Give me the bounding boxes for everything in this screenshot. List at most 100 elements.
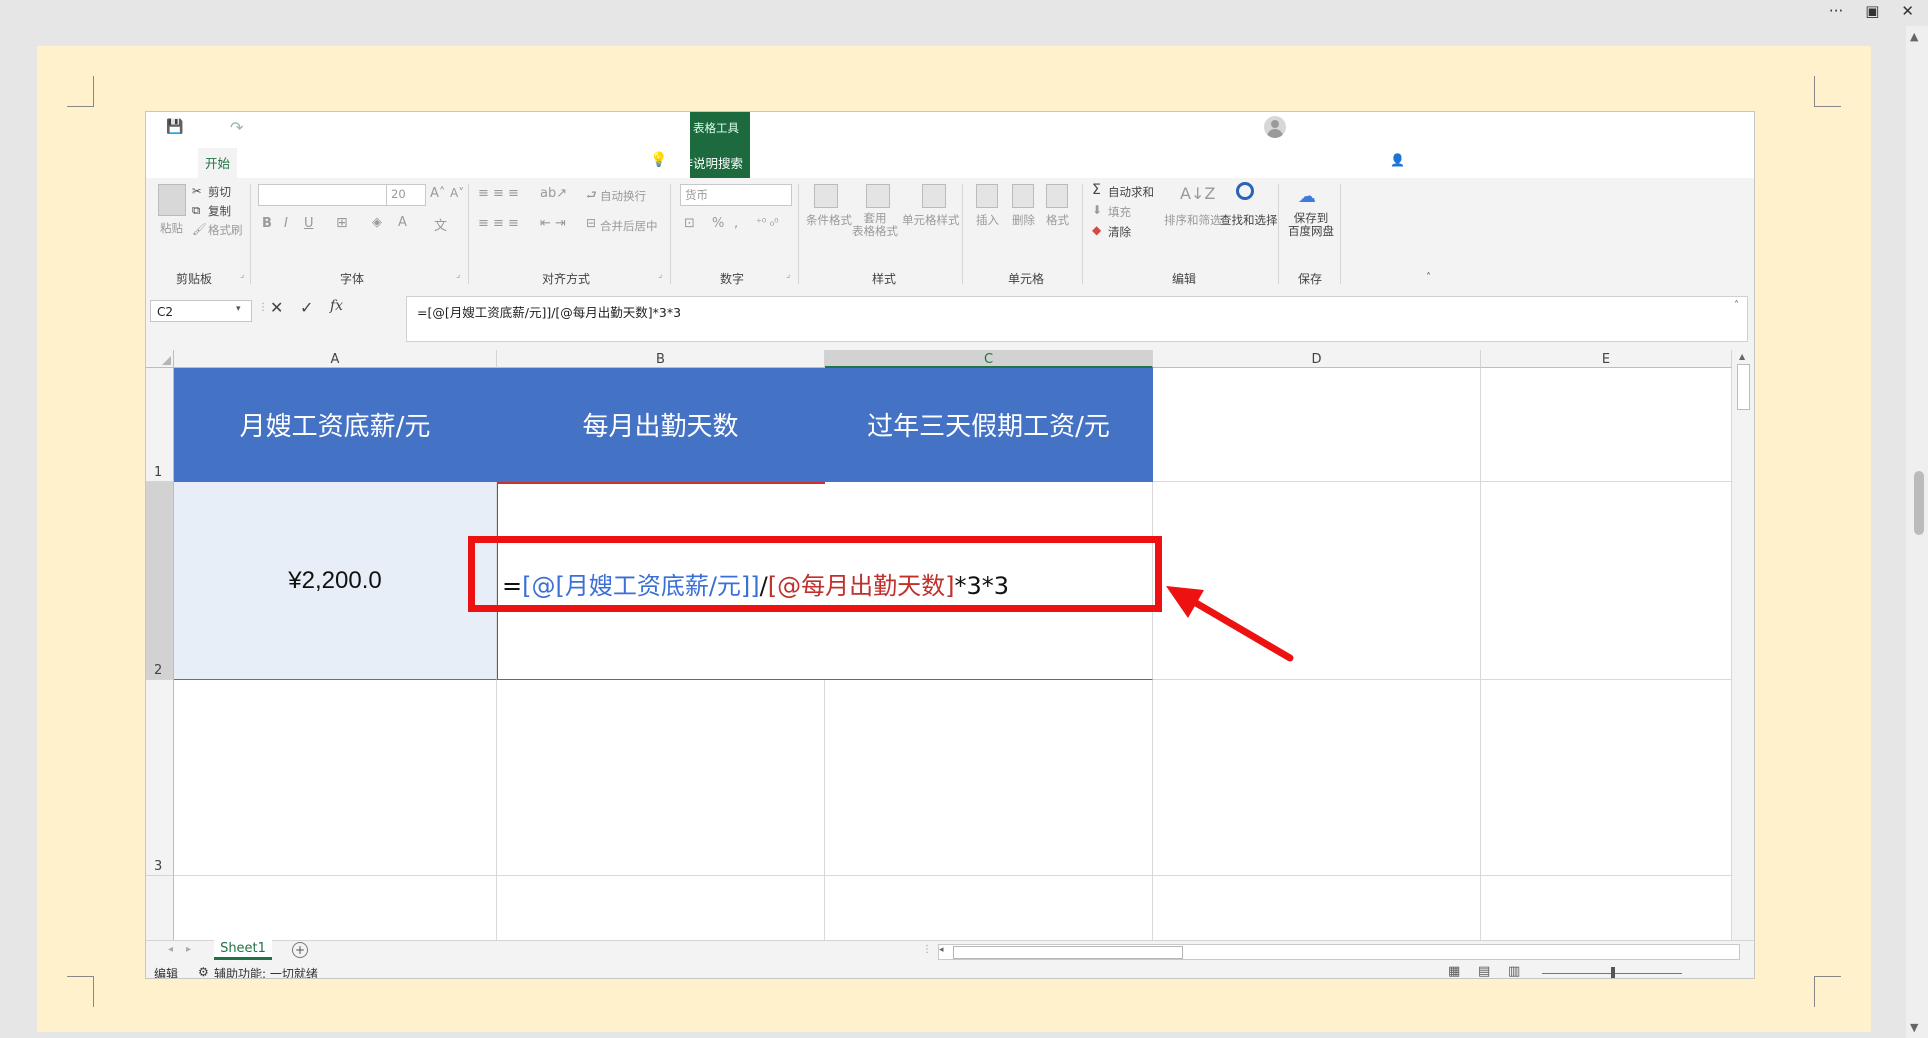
enter-icon[interactable]: ✓ — [300, 298, 313, 317]
cut-button[interactable]: 剪切 — [208, 184, 231, 200]
tab-design[interactable]: 设计 — [600, 153, 625, 172]
row-header[interactable]: 2 — [146, 482, 174, 680]
tab-insert[interactable]: 插入 — [244, 153, 269, 172]
cell-d1[interactable] — [1153, 368, 1481, 482]
minimize-icon[interactable]: – — [1344, 116, 1352, 135]
cell-c3[interactable] — [825, 680, 1153, 876]
decrease-font-icon[interactable]: A˅ — [450, 186, 464, 200]
sheet-tab-sheet1[interactable]: Sheet1 — [214, 940, 272, 960]
more-icon[interactable]: ··· — [1829, 2, 1843, 20]
cell-a1[interactable]: 月嫂工资底薪/元 — [174, 368, 497, 482]
cancel-icon[interactable]: ✕ — [270, 298, 283, 317]
copy-button[interactable]: 复制 — [208, 203, 231, 219]
vertical-scrollbar[interactable]: ▲ — [1732, 350, 1754, 940]
dialog-launcher-icon[interactable]: ⌟ — [786, 270, 790, 280]
format-painter-button[interactable]: 格式刷 — [208, 222, 243, 238]
sheet-nav-prev-icon[interactable]: ◂ — [168, 944, 173, 955]
select-all-corner[interactable] — [146, 350, 174, 368]
column-header[interactable]: B — [497, 350, 825, 368]
sort-filter-button[interactable]: 排序和筛选 — [1164, 212, 1222, 228]
row-header[interactable] — [146, 876, 174, 940]
customize-qat-icon[interactable]: ⩡ — [280, 121, 286, 132]
cell-d3[interactable] — [1153, 680, 1481, 876]
tell-me-search[interactable]: 操作说明搜索 — [668, 153, 743, 172]
indent-icon[interactable]: ⇤ ⇥ — [540, 216, 566, 231]
maximize-icon[interactable]: ❐ — [1382, 118, 1394, 133]
undo-dropdown-icon[interactable]: ▾ — [212, 121, 217, 131]
outer-scroll-thumb[interactable] — [1914, 471, 1924, 535]
cell-a2[interactable]: ¥2,200.0 — [174, 482, 497, 680]
cell-b1[interactable]: 每月出勤天数 — [497, 368, 825, 482]
cell-a4[interactable] — [174, 876, 497, 940]
normal-view-icon[interactable]: ▦ — [1448, 964, 1460, 978]
close-icon[interactable]: ✕ — [1901, 2, 1914, 20]
ribbon-display-options-icon[interactable]: ▭ — [1306, 118, 1319, 134]
align-top-icon[interactable]: ≡ ≡ ≡ — [478, 186, 519, 201]
column-header[interactable]: C — [825, 350, 1153, 368]
undo-icon[interactable]: ↶ — [196, 118, 209, 137]
close-icon[interactable]: ✕ — [1422, 117, 1435, 135]
percent-icon[interactable]: % — [712, 216, 724, 231]
outer-vertical-scrollbar[interactable]: ▲ ▼ — [1906, 26, 1928, 1038]
align-left-icon[interactable]: ≡ ≡ ≡ — [478, 216, 519, 231]
borders-icon[interactable]: ⊞ — [336, 215, 348, 231]
share-icon[interactable]: 👤 — [1390, 153, 1405, 167]
cell-e1[interactable] — [1481, 368, 1732, 482]
column-header[interactable]: A — [174, 350, 497, 368]
column-header[interactable]: D — [1153, 350, 1481, 368]
bold-button[interactable]: B — [262, 216, 272, 231]
scroll-up-arrow-icon[interactable]: ▲ — [1739, 352, 1745, 361]
formula-input[interactable]: =[@[月嫂工资底薪/元]]/[@每月出勤天数]*3*3 — [406, 296, 1748, 342]
cell-e2[interactable] — [1481, 482, 1732, 680]
font-size-combo[interactable]: 20 — [386, 184, 426, 206]
scroll-down-arrow-icon[interactable]: ▼ — [1910, 1021, 1918, 1034]
cell-a3[interactable] — [174, 680, 497, 876]
restore-icon[interactable]: ▣ — [1865, 2, 1879, 20]
share-button[interactable]: 共享 — [1408, 153, 1433, 172]
accessibility-status[interactable]: 辅助功能: 一切就绪 — [214, 965, 318, 978]
cell-e3[interactable] — [1481, 680, 1732, 876]
fill-color-icon[interactable]: ◈ — [372, 215, 382, 230]
cell-c4[interactable] — [825, 876, 1153, 940]
increase-font-icon[interactable]: A˄ — [430, 186, 445, 201]
dialog-launcher-icon[interactable]: ⌟ — [456, 270, 460, 280]
merge-center-button[interactable]: 合并后居中 — [600, 218, 658, 234]
avatar[interactable] — [1264, 116, 1286, 138]
orientation-icon[interactable]: ab↗ — [540, 186, 567, 201]
scroll-left-arrow-icon[interactable]: ◂ — [939, 945, 944, 955]
tab-page-layout[interactable]: 页面布局 — [282, 153, 332, 172]
redo-icon[interactable]: ↷ — [230, 118, 243, 137]
underline-button[interactable]: U — [304, 216, 314, 231]
dialog-launcher-icon[interactable]: ⌟ — [240, 270, 244, 280]
italic-button[interactable]: I — [284, 216, 288, 231]
clear-button[interactable]: 清除 — [1108, 224, 1131, 240]
tab-view[interactable]: 视图 — [456, 153, 481, 172]
font-color-icon[interactable]: A — [398, 215, 407, 230]
insert-button[interactable]: 插入 — [976, 212, 999, 228]
page-layout-view-icon[interactable]: ▤ — [1478, 964, 1490, 978]
decimal-icon[interactable]: ⁺⁰ ₀⁰ — [756, 216, 779, 229]
tab-review[interactable]: 审阅 — [418, 153, 443, 172]
insert-function-icon[interactable]: fx — [330, 298, 343, 314]
h-scroll-thumb[interactable] — [953, 946, 1183, 959]
name-box-dropdown-icon[interactable]: ▾ — [236, 304, 241, 314]
zoom-slider-thumb[interactable] — [1611, 967, 1615, 978]
currency-icon[interactable]: ⊡ — [684, 216, 695, 231]
conditional-format-button[interactable]: 条件格式 — [806, 212, 852, 228]
format-as-table-button[interactable]: 套用 表格格式 — [852, 212, 898, 238]
row-header[interactable]: 1 — [146, 368, 174, 482]
page-break-view-icon[interactable]: ▥ — [1508, 964, 1520, 978]
dialog-launcher-icon[interactable]: ⌟ — [658, 270, 662, 280]
horizontal-scrollbar[interactable]: ◂ — [938, 944, 1740, 960]
find-select-button[interactable]: 查找和选择 — [1220, 212, 1278, 228]
user-name[interactable]: 刘 玲 — [1228, 120, 1257, 139]
cell-b4[interactable] — [497, 876, 825, 940]
paste-button[interactable]: 粘贴 — [160, 220, 183, 236]
cell-d4[interactable] — [1153, 876, 1481, 940]
cell-styles-button[interactable]: 单元格样式 — [902, 212, 960, 228]
save-icon[interactable]: 💾 — [166, 119, 183, 135]
tab-data[interactable]: 数据 — [380, 153, 405, 172]
cell-b3[interactable] — [497, 680, 825, 876]
autosum-button[interactable]: 自动求和 — [1108, 184, 1154, 200]
format-button[interactable]: 格式 — [1046, 212, 1069, 228]
